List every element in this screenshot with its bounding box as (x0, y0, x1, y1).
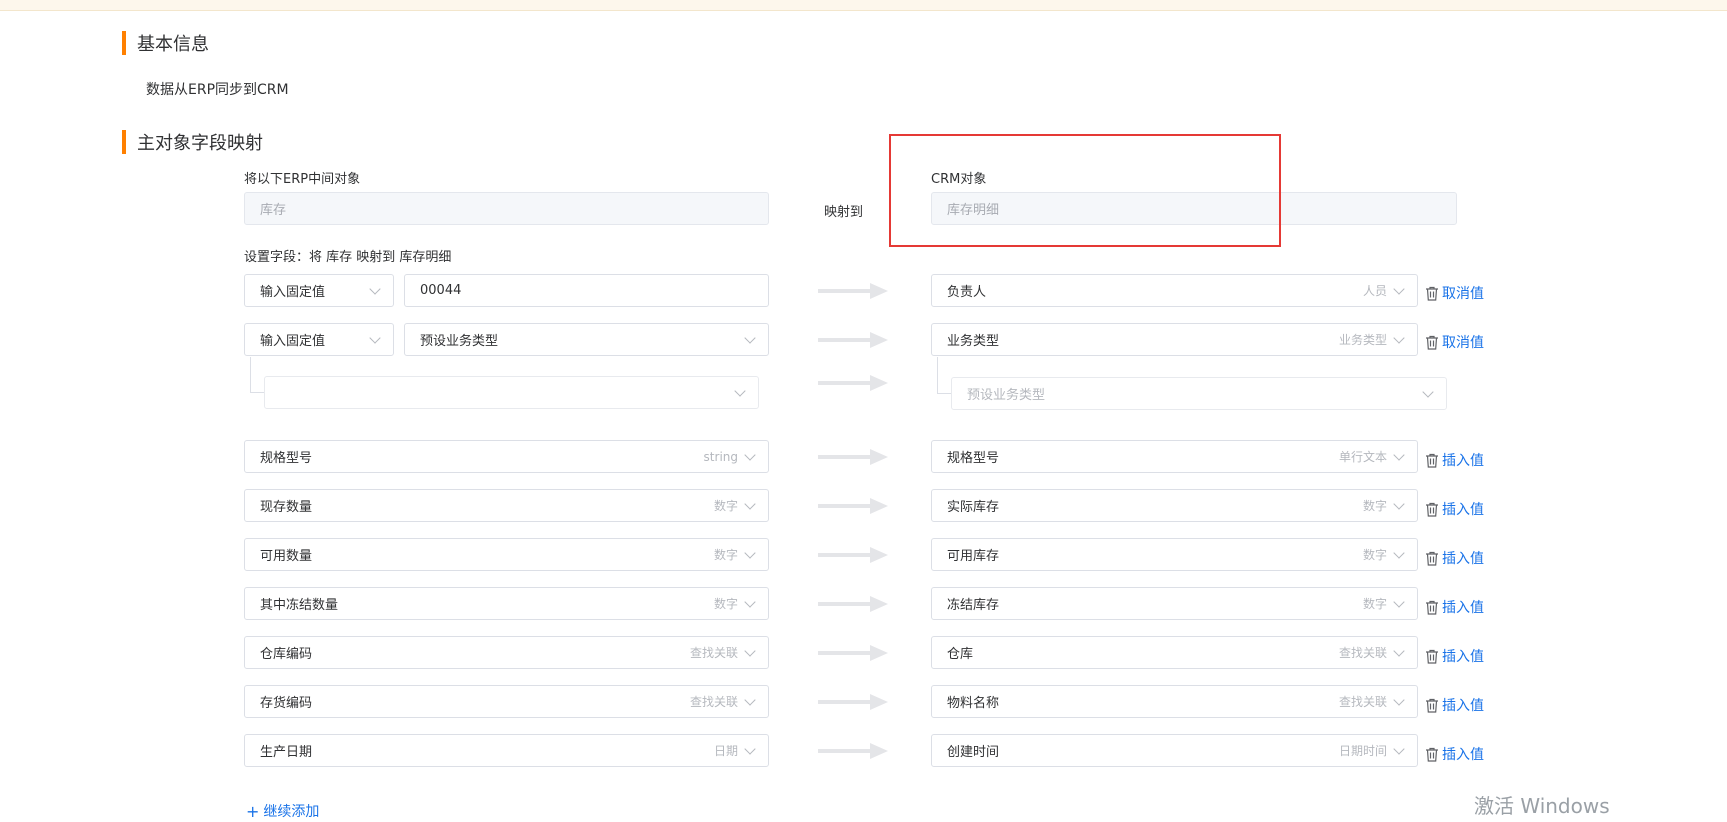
cancel-value-button[interactable]: 取消值 (1425, 283, 1484, 303)
chevron-down-icon (369, 282, 381, 295)
plus-icon: + (246, 801, 260, 821)
section-title-mapping: 主对象字段映射 (137, 133, 263, 154)
chevron-down-icon (1393, 448, 1405, 461)
mapping-arrow-icon (818, 283, 888, 299)
chevron-down-icon (744, 644, 756, 657)
value-type-select[interactable]: 输入固定值 (244, 323, 394, 356)
fields-mapping-label: 设置字段：将 库存 映射到 库存明细 (244, 250, 452, 265)
chevron-down-icon (744, 742, 756, 755)
erp-field-select[interactable]: 生产日期 日期 (244, 734, 769, 767)
business-type-select[interactable]: 预设业务类型 (404, 323, 769, 356)
trash-icon (1426, 698, 1438, 713)
trash-icon (1426, 649, 1438, 664)
trash-icon (1426, 453, 1438, 468)
crm-field-select[interactable]: 业务类型 业务类型 (931, 323, 1418, 356)
crm-field-select[interactable]: 规格型号 单行文本 (931, 440, 1418, 473)
crm-field-select[interactable]: 冻结库存 数字 (931, 587, 1418, 620)
erp-field-select[interactable]: 其中冻结数量 数字 (244, 587, 769, 620)
cancel-value-button[interactable]: 取消值 (1425, 332, 1484, 352)
chevron-down-icon (734, 384, 746, 397)
add-more-button[interactable]: + 继续添加 (246, 801, 319, 821)
insert-value-button[interactable]: 插入值 (1425, 499, 1484, 519)
chevron-down-icon (369, 331, 381, 344)
chevron-down-icon (1393, 497, 1405, 510)
erp-field-select[interactable]: 规格型号 string (244, 440, 769, 473)
chevron-down-icon (744, 331, 756, 344)
chevron-down-icon (744, 595, 756, 608)
crm-field-select[interactable]: 负责人 人员 (931, 274, 1418, 307)
erp-field-select[interactable]: 可用数量 数字 (244, 538, 769, 571)
mapping-arrow-icon (818, 449, 888, 465)
section-title-basic: 基本信息 (137, 34, 209, 55)
highlight-box (889, 134, 1281, 247)
trash-icon (1426, 502, 1438, 517)
sub-mapping-left-select[interactable] (264, 376, 759, 409)
top-notice-bar (0, 0, 1727, 11)
chevron-down-icon (1393, 595, 1405, 608)
trash-icon (1426, 335, 1438, 350)
mapping-arrow-icon (818, 375, 888, 391)
fixed-value-input[interactable]: 00044 (404, 274, 769, 307)
chevron-down-icon (1393, 282, 1405, 295)
mapping-arrow-icon (818, 694, 888, 710)
map-to-label: 映射到 (824, 205, 864, 220)
mapping-arrow-icon (818, 645, 888, 661)
chevron-down-icon (1393, 331, 1405, 344)
source-object-label: 将以下ERP中间对象 (244, 172, 361, 187)
trash-icon (1426, 286, 1438, 301)
erp-field-select[interactable]: 仓库编码 查找关联 (244, 636, 769, 669)
basic-description: 数据从ERP同步到CRM (146, 82, 289, 98)
insert-value-button[interactable]: 插入值 (1425, 695, 1484, 715)
chevron-down-icon (744, 693, 756, 706)
sub-mapping-right-select[interactable]: 预设业务类型 (951, 377, 1447, 410)
mapping-arrow-icon (818, 596, 888, 612)
chevron-down-icon (744, 546, 756, 559)
chevron-down-icon (1393, 693, 1405, 706)
chevron-down-icon (744, 497, 756, 510)
chevron-down-icon (1393, 546, 1405, 559)
mapping-arrow-icon (818, 547, 888, 563)
mapping-arrow-icon (818, 498, 888, 514)
trash-icon (1426, 551, 1438, 566)
crm-field-select[interactable]: 创建时间 日期时间 (931, 734, 1418, 767)
chevron-down-icon (1393, 742, 1405, 755)
mapping-arrow-icon (818, 332, 888, 348)
trash-icon (1426, 747, 1438, 762)
tree-connector (250, 357, 265, 393)
crm-field-select[interactable]: 可用库存 数字 (931, 538, 1418, 571)
insert-value-button[interactable]: 插入值 (1425, 597, 1484, 617)
erp-field-select[interactable]: 存货编码 查找关联 (244, 685, 769, 718)
erp-field-select[interactable]: 现存数量 数字 (244, 489, 769, 522)
crm-field-select[interactable]: 物料名称 查找关联 (931, 685, 1418, 718)
crm-field-select[interactable]: 实际库存 数字 (931, 489, 1418, 522)
insert-value-button[interactable]: 插入值 (1425, 646, 1484, 666)
tree-connector (937, 357, 952, 394)
insert-value-button[interactable]: 插入值 (1425, 744, 1484, 764)
chevron-down-icon (1393, 644, 1405, 657)
insert-value-button[interactable]: 插入值 (1425, 450, 1484, 470)
crm-field-select[interactable]: 仓库 查找关联 (931, 636, 1418, 669)
chevron-down-icon (1422, 385, 1434, 398)
value-type-select[interactable]: 输入固定值 (244, 274, 394, 307)
insert-value-button[interactable]: 插入值 (1425, 548, 1484, 568)
chevron-down-icon (744, 448, 756, 461)
windows-activation-watermark: 激活 Windows (1474, 794, 1610, 818)
mapping-arrow-icon (818, 743, 888, 759)
trash-icon (1426, 600, 1438, 615)
source-object-input: 库存 (244, 192, 769, 225)
